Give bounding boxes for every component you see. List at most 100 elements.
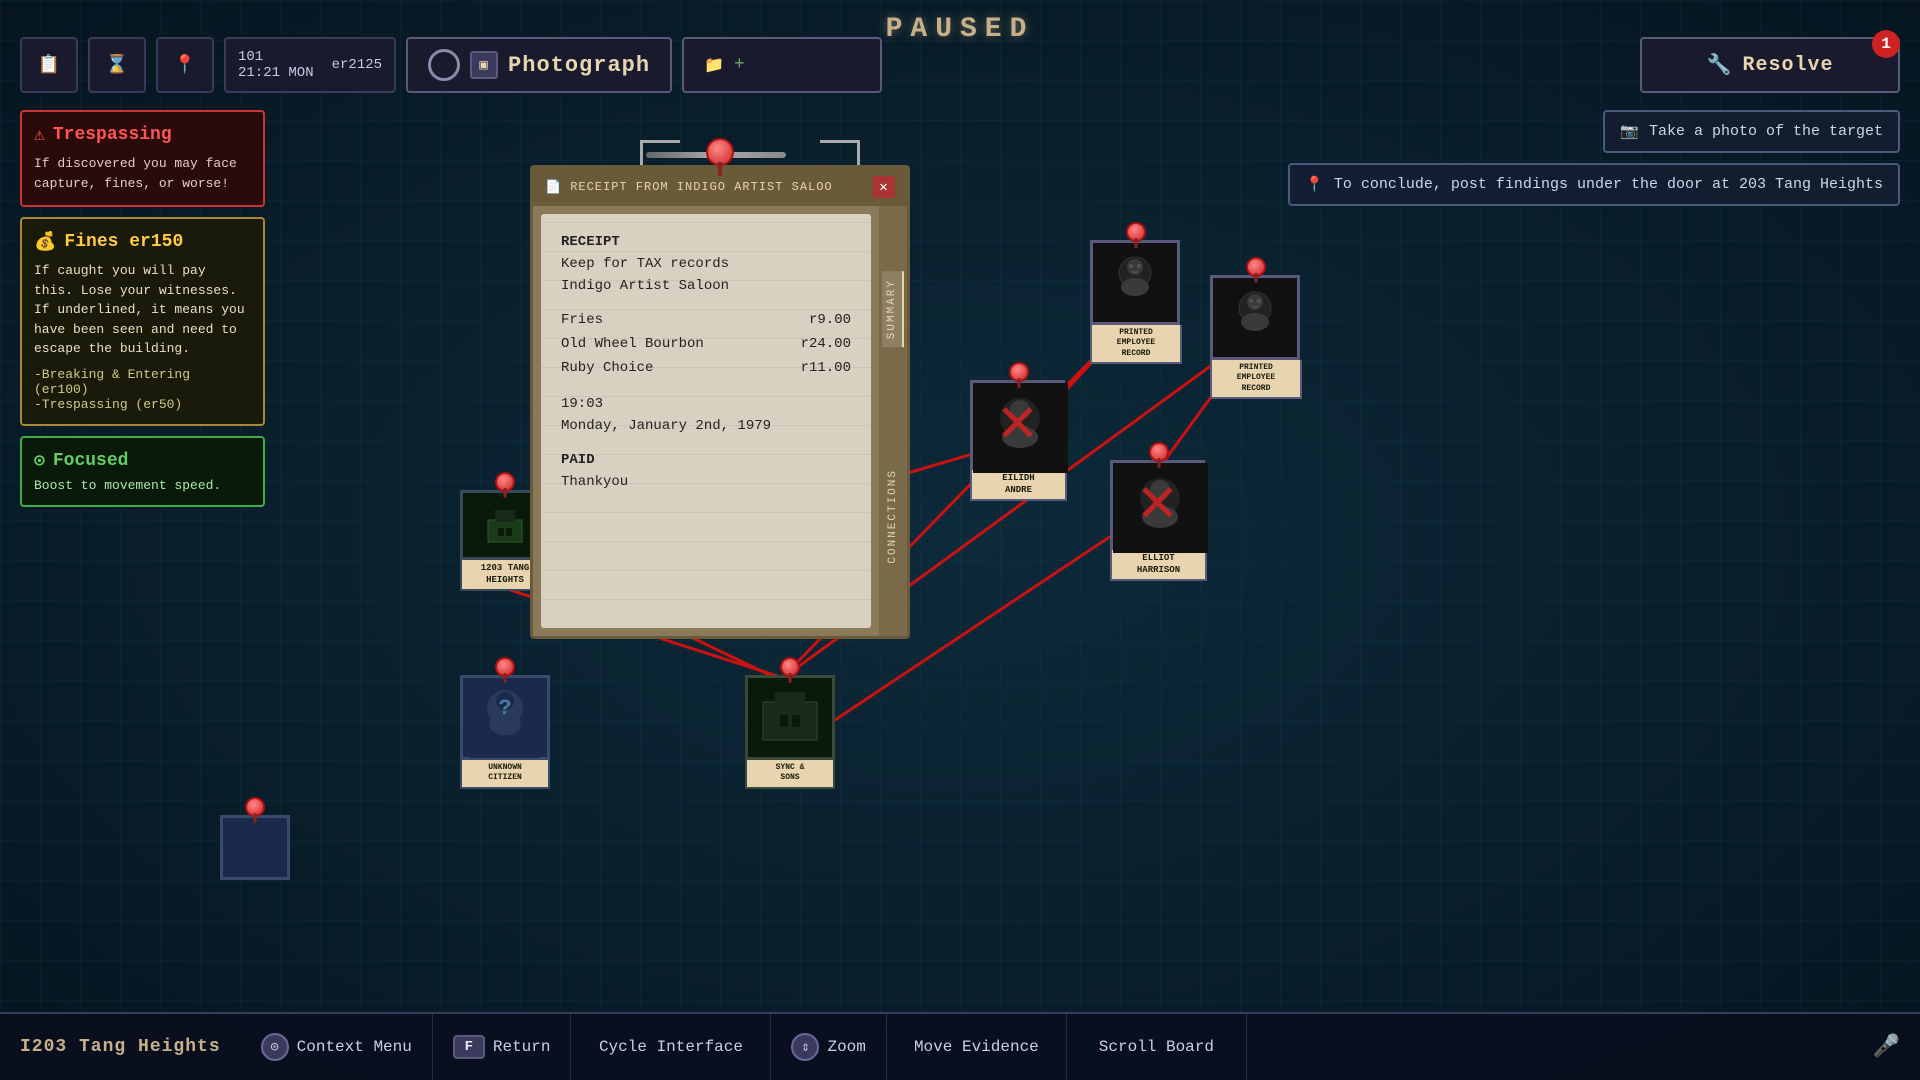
return-label: Return <box>493 1038 551 1056</box>
move-evidence-button[interactable]: Move Evidence <box>887 1014 1067 1080</box>
unknown-image: ? <box>470 678 540 758</box>
context-menu-icon: ⊙ <box>261 1033 289 1061</box>
stat-values: 101 21:21 MON <box>238 49 314 81</box>
folder-button[interactable]: 📁 + <box>682 37 882 93</box>
photo-circle-icon <box>428 49 460 81</box>
hint-photo: 📷 Take a photo of the target <box>1603 110 1900 153</box>
mic-icon: 🎤 <box>1873 1034 1900 1060</box>
evidence-card-2: PrintedEmployeeRecord <box>1210 275 1302 399</box>
receipt-pin-container <box>706 138 734 166</box>
receipt-title: Receipt from Indigo Artist Saloo <box>570 180 832 194</box>
location-icon: 📍 <box>170 50 200 80</box>
eilidh-label: EilidhAndre <box>970 470 1067 501</box>
card1-photo <box>1090 240 1180 325</box>
elliot-photo: ✕ <box>1110 460 1205 550</box>
receipt-date: Monday, January 2nd, 1979 <box>561 418 851 434</box>
red-pin-elliot <box>1149 442 1169 462</box>
zoom-button[interactable]: ⇕ Zoom <box>771 1014 886 1080</box>
stat-location[interactable]: 📍 <box>156 37 214 93</box>
folder-plus-icon: + <box>734 55 745 75</box>
receipt-paper: RECEIPT Keep for TAX records Indigo Arti… <box>541 214 871 628</box>
receipt-modal: 📄 Receipt from Indigo Artist Saloo ✕ REC… <box>530 165 910 639</box>
photograph-label: Photograph <box>508 53 650 78</box>
elliot-x-mark: ✕ <box>1113 463 1202 547</box>
fines-title: 💰 Fines er150 <box>34 231 251 253</box>
scroll-board-label: Scroll Board <box>1099 1038 1214 1056</box>
zoom-label: Zoom <box>827 1038 865 1056</box>
folder-icon: 📁 <box>704 55 724 75</box>
red-pin-card2 <box>1246 257 1266 277</box>
top-bar: 📋 ⌛ 📍 101 21:21 MON er2125 ▣ Photograph … <box>0 30 1920 100</box>
receipt-paid: PAID <box>561 452 851 468</box>
receipt-tab-connections[interactable]: CONNECTIONS <box>883 461 903 572</box>
item-bourbon-name: Old Wheel Bourbon <box>561 336 704 352</box>
return-key: F <box>453 1035 485 1059</box>
stat-timer[interactable]: ⌛ <box>88 37 146 93</box>
receipt-tabs: SUMMARY CONNECTIONS <box>879 206 907 636</box>
item-ruby-name: Ruby Choice <box>561 360 653 376</box>
card2-label: PrintedEmployeeRecord <box>1210 360 1302 399</box>
right-hints: 📷 Take a photo of the target 📍 To conclu… <box>1288 110 1900 206</box>
fines-alert: 💰 Fines er150 If caught you will pay thi… <box>20 217 265 426</box>
move-evidence-label: Move Evidence <box>914 1038 1039 1056</box>
context-menu-label: Context Menu <box>297 1038 412 1056</box>
fine-item-2: -Trespassing (er50) <box>34 397 251 412</box>
card2-photo <box>1210 275 1300 360</box>
stat-clipboard[interactable]: 📋 <box>20 37 78 93</box>
hint-conclude-text: To conclude, post findings under the doo… <box>1334 176 1883 193</box>
receipt-tab-summary[interactable]: SUMMARY <box>882 271 904 347</box>
location-image-1203 <box>480 500 530 550</box>
cycle-interface-button[interactable]: Cycle Interface <box>571 1014 771 1080</box>
unknown-label: UnknownCitizen <box>460 760 550 789</box>
evidence-card-elliot: ✕ ElliotHarrison <box>1110 460 1207 581</box>
focused-icon: ⊙ <box>34 450 45 472</box>
eilidh-photo: ✕ <box>970 380 1065 470</box>
elliot-label: ElliotHarrison <box>1110 550 1207 581</box>
bottom-unknown-card <box>220 815 290 880</box>
left-panel: ⚠ Trespassing If discovered you may face… <box>20 110 265 507</box>
cycle-interface-label: Cycle Interface <box>599 1038 743 1056</box>
focused-status: ⊙ Focused Boost to movement speed. <box>20 436 265 507</box>
stat-number: 101 21:21 MON er2125 <box>224 37 396 93</box>
scroll-board-button[interactable]: Scroll Board <box>1067 1014 1247 1080</box>
red-pin-bottom <box>245 797 265 817</box>
red-pin-card1 <box>1126 222 1146 242</box>
fines-icon: 💰 <box>34 231 56 253</box>
unknown-photo: ? <box>460 675 550 760</box>
context-menu-button[interactable]: ⊙ Context Menu <box>241 1014 433 1080</box>
receipt-thanks: Thankyou <box>561 474 851 490</box>
svg-text:?: ? <box>498 696 511 721</box>
red-pin-eilidh <box>1009 362 1029 382</box>
pin-stem <box>718 162 722 176</box>
receipt-shop-name: Indigo Artist Saloon <box>561 278 851 294</box>
bottom-bar: I203 Tang Heights ⊙ Context Menu F Retur… <box>0 1012 1920 1080</box>
receipt-item-bourbon: Old Wheel Bourbon r24.00 <box>561 336 851 352</box>
card1-image <box>1100 245 1170 320</box>
clipboard-icon: 📋 <box>34 50 64 80</box>
bottom-unknown-photo <box>220 815 290 880</box>
fine-item-1: -Breaking & Entering (er100) <box>34 367 251 397</box>
fines-items: -Breaking & Entering (er100) -Trespassin… <box>34 367 251 412</box>
red-pin-unknown <box>495 657 515 677</box>
location-card-unknown: ? UnknownCitizen <box>460 675 550 789</box>
resolve-button[interactable]: 🔧 Resolve <box>1640 37 1900 93</box>
zoom-icon: ⇕ <box>791 1033 819 1061</box>
resolve-icon: 🔧 <box>1707 52 1733 78</box>
red-pin-sync <box>780 657 800 677</box>
stat-number-value: 101 <box>238 49 314 65</box>
trespassing-alert: ⚠ Trespassing If discovered you may face… <box>20 110 265 207</box>
location-card-sync: Sync &Sons <box>745 675 835 789</box>
hint-conclude: 📍 To conclude, post findings under the d… <box>1288 163 1900 206</box>
item-fries-name: Fries <box>561 312 603 328</box>
receipt-close-button[interactable]: ✕ <box>873 176 895 198</box>
photograph-button[interactable]: ▣ Photograph <box>406 37 672 93</box>
receipt-header-text: RECEIPT <box>561 234 851 250</box>
credits-value: er2125 <box>332 57 382 73</box>
return-button[interactable]: F Return <box>433 1014 572 1080</box>
sync-label: Sync &Sons <box>745 760 835 789</box>
card1-label: PrintedEmployeeRecord <box>1090 325 1182 364</box>
bottom-location-label: I203 Tang Heights <box>20 1037 221 1057</box>
warning-icon: ⚠ <box>34 124 45 146</box>
eilidh-x-mark: ✕ <box>973 383 1062 467</box>
evidence-card-1: PrintedEmployeeRecord <box>1090 240 1182 364</box>
